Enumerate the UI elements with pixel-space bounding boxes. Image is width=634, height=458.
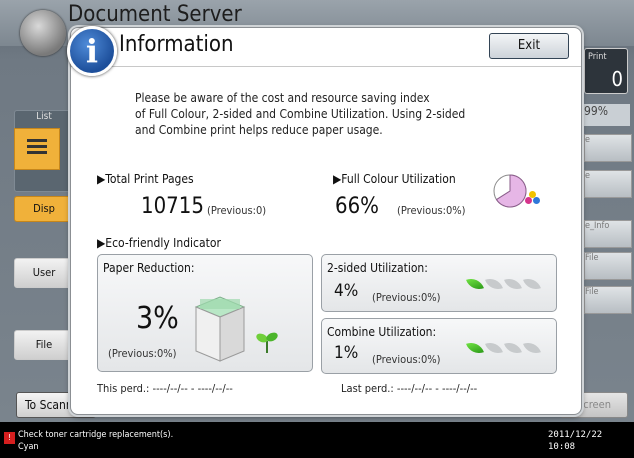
total-print-label: ▶Total Print Pages: [97, 172, 194, 186]
warning-icon: !: [4, 432, 15, 444]
notice-text: Please be aware of the cost and resource…: [135, 90, 495, 138]
status-time: 10:08: [548, 442, 576, 452]
leaf-off-icon: [523, 339, 541, 357]
eco-indicator-label: ▶Eco-friendly Indicator: [97, 236, 221, 250]
file-tab[interactable]: File: [14, 330, 74, 360]
print-counter: Print 0: [584, 48, 628, 94]
two-sided-label: 2-sided Utilization:: [327, 261, 428, 275]
exit-button[interactable]: Exit: [489, 33, 569, 59]
full-colour-value: 66%: [335, 194, 379, 219]
status-message: Check toner cartridge replacement(s).: [18, 430, 174, 440]
right-button-5[interactable]: File: [584, 286, 632, 314]
this-period: This perd.: ----/--/-- - ----/--/--: [97, 382, 233, 395]
leaf-off-icon: [504, 339, 522, 357]
combine-previous: (Previous:0%): [372, 353, 441, 366]
leaf-off-icon: [485, 275, 503, 293]
paper-reduction-previous: (Previous:0%): [108, 347, 177, 360]
two-sided-value: 4%: [334, 281, 359, 301]
list-icon[interactable]: [14, 128, 60, 170]
print-label: Print: [588, 52, 607, 62]
combine-label: Combine Utilization:: [327, 325, 437, 339]
status-bar: ! Check toner cartridge replacement(s). …: [0, 422, 634, 458]
notice-line: of Full Colour, 2-sided and Combine Util…: [135, 107, 466, 121]
combine-panel: Combine Utilization: 1% (Previous:0%): [321, 318, 557, 374]
right-button-1[interactable]: e: [584, 134, 632, 162]
colour-pie-icon: [493, 174, 527, 208]
status-date: 2011/12/22: [548, 430, 603, 440]
sprout-icon: [256, 332, 278, 353]
dialog-header: i Information Exit: [67, 26, 581, 76]
combine-value: 1%: [334, 343, 359, 363]
document-server-icon: [20, 10, 66, 56]
right-button-2[interactable]: e: [584, 170, 632, 198]
percent-indicator: 99%: [584, 104, 630, 126]
full-colour-previous: (Previous:0%): [397, 204, 466, 217]
leaf-off-icon: [504, 275, 522, 293]
dialog-title: Information: [119, 32, 234, 57]
paper-reduction-label: Paper Reduction:: [103, 261, 195, 275]
user-tab[interactable]: User: [14, 258, 74, 288]
status-message-detail: Cyan: [18, 442, 39, 452]
notice-line: Please be aware of the cost and resource…: [135, 91, 430, 105]
leaf-off-icon: [523, 275, 541, 293]
information-icon: i: [67, 26, 117, 76]
total-print-previous: (Previous:0): [207, 204, 267, 217]
right-button-3[interactable]: e_Info: [584, 220, 632, 248]
leaf-off-icon: [485, 339, 503, 357]
print-count: 0: [611, 67, 623, 91]
full-colour-label: ▶Full Colour Utilization: [333, 172, 456, 186]
app-title: Document Server: [68, 2, 242, 27]
last-period: Last perd.: ----/--/-- - ----/--/--: [341, 382, 478, 395]
paper-reduction-value: 3%: [136, 301, 179, 336]
leaf-on-icon: [466, 339, 484, 357]
notice-line: and Combine print helps reduce paper usa…: [135, 123, 383, 137]
paper-reduction-panel: Paper Reduction: 3% (Previous:0%): [97, 254, 313, 372]
paper-box-icon: [194, 296, 246, 362]
two-sided-panel: 2-sided Utilization: 4% (Previous:0%): [321, 254, 557, 312]
right-button-4[interactable]: File: [584, 252, 632, 280]
two-sided-previous: (Previous:0%): [372, 291, 441, 304]
leaf-on-icon: [466, 275, 484, 293]
total-print-value: 10715: [141, 194, 204, 219]
display-tab[interactable]: Disp: [14, 196, 74, 222]
information-dialog: i Information Exit Please be aware of th…: [67, 26, 582, 415]
